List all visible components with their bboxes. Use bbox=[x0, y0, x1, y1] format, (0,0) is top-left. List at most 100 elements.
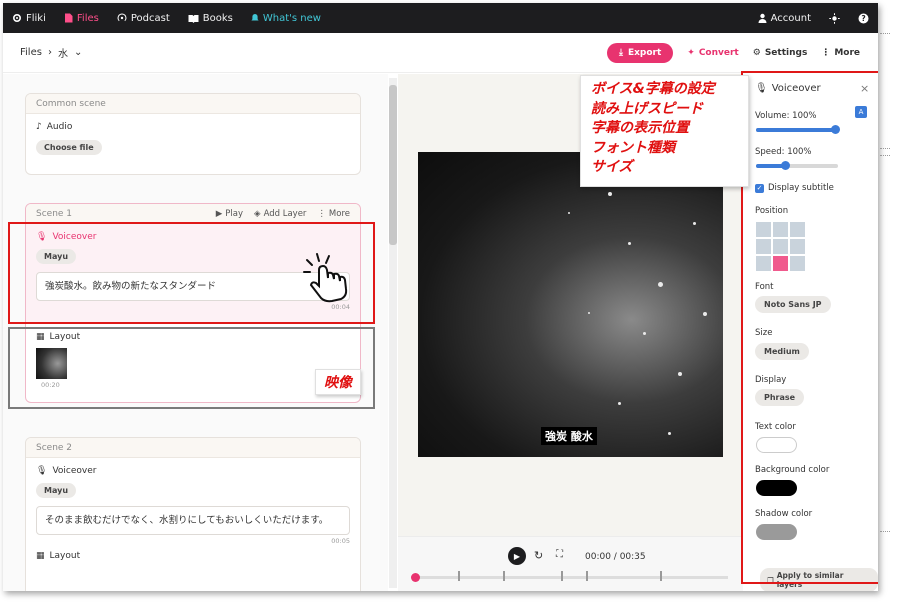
convert-label: Convert bbox=[698, 47, 739, 58]
play-circle-icon: ▶ bbox=[215, 208, 223, 219]
help-icon: ? bbox=[858, 13, 869, 24]
download-icon: ⤓ bbox=[618, 47, 623, 58]
common-scene-title: Common scene bbox=[36, 98, 106, 109]
scene-1-header: Scene 1 ▶ Play ◈ Add Layer ⋮ More bbox=[26, 204, 360, 224]
replay-button[interactable]: ↻ bbox=[534, 549, 543, 562]
scene-2-layout-label: Layout bbox=[49, 551, 81, 561]
nav-podcast-label: Podcast bbox=[130, 12, 170, 24]
sun-icon bbox=[829, 12, 840, 24]
svg-text:?: ? bbox=[861, 14, 865, 23]
chevron-right-icon: › bbox=[47, 47, 52, 58]
grid-icon: ▦ bbox=[36, 551, 45, 561]
nav-books[interactable]: Books bbox=[179, 3, 242, 33]
convert-button[interactable]: ✦ Convert bbox=[687, 48, 738, 58]
scene-2-text-input[interactable]: そのまま飲むだけでなく、水割りにしてもおいしくいただけます。 bbox=[36, 506, 350, 535]
sparkle-icon: ✦ bbox=[687, 47, 695, 58]
podcast-icon bbox=[117, 13, 127, 23]
scene-more-label: More bbox=[328, 208, 350, 219]
book-icon bbox=[188, 14, 199, 23]
user-icon bbox=[758, 13, 767, 23]
add-layer-button[interactable]: ◈ Add Layer bbox=[254, 209, 306, 219]
layout-highlight-box bbox=[8, 327, 375, 409]
more-button[interactable]: ⋮ More bbox=[821, 48, 860, 58]
scene-1-title: Scene 1 bbox=[36, 208, 73, 219]
fullscreen-button[interactable]: ⛶ bbox=[556, 549, 563, 560]
video-annotation-label: 映像 bbox=[315, 369, 361, 395]
timeline-playhead[interactable] bbox=[411, 573, 420, 582]
video-subtitle: 強炭 酸水 bbox=[541, 427, 597, 445]
outer-tick bbox=[880, 155, 890, 156]
kebab-icon: ⋮ bbox=[317, 208, 326, 219]
playback-controls: ▶ ↻ ⛶ 00:00 / 00:35 bbox=[398, 536, 743, 591]
nav-files-label: Files bbox=[76, 12, 99, 24]
scene-2-header: Scene 2 bbox=[26, 438, 360, 458]
nav-account-label: Account bbox=[770, 12, 811, 24]
breadcrumb-files[interactable]: Files bbox=[20, 47, 42, 58]
scene-2-layout-title: ▦ Layout bbox=[36, 551, 350, 561]
audio-label: Audio bbox=[46, 122, 73, 132]
replay-icon: ↻ bbox=[534, 549, 544, 562]
gear-icon: ⚙ bbox=[752, 47, 761, 58]
brand-link[interactable]: Fliki bbox=[3, 3, 55, 33]
settings-button[interactable]: ⚙ Settings bbox=[753, 48, 808, 58]
add-layer-label: Add Layer bbox=[263, 208, 307, 219]
settings-annotation-callout: ボイス&字幕の設定 読み上げスピード 字幕の表示位置 フォント種類 サイズ bbox=[580, 75, 749, 187]
scene-2-voiceover-label: Voiceover bbox=[52, 466, 97, 476]
top-nav: Fliki Files Podcast Books What's new Acc… bbox=[3, 3, 878, 33]
kebab-icon: ⋮ bbox=[821, 47, 831, 58]
gear-logo-icon bbox=[12, 13, 22, 23]
nav-account[interactable]: Account bbox=[749, 3, 820, 33]
export-button[interactable]: ⤓ Export bbox=[606, 42, 674, 63]
common-scene-card: Common scene ♪ Audio Choose file bbox=[25, 93, 361, 175]
layers-icon: ◈ bbox=[254, 208, 261, 219]
time-readout: 00:00 / 00:35 bbox=[585, 552, 646, 562]
scene-2-voiceover-title: 🎙︎ Voiceover bbox=[36, 466, 350, 476]
editor-header: Files › 水 ⌄ ⤓ Export ✦ Convert ⚙ Setting… bbox=[3, 33, 878, 73]
help-button[interactable]: ? bbox=[849, 3, 878, 33]
outer-tick bbox=[880, 33, 890, 34]
scene-2-card: Scene 2 🎙︎ Voiceover Mayu そのまま飲むだけでなく、水割… bbox=[25, 437, 361, 591]
file-icon bbox=[64, 13, 73, 23]
callout-line: ボイス&字幕の設定 bbox=[591, 81, 715, 97]
outer-tick bbox=[880, 148, 890, 149]
bell-icon bbox=[251, 13, 259, 23]
tap-hand-icon bbox=[299, 250, 353, 307]
timeline-marker bbox=[586, 571, 588, 581]
outer-tick bbox=[880, 531, 890, 532]
scene-2-title: Scene 2 bbox=[36, 442, 73, 453]
music-note-icon: ♪ bbox=[36, 122, 42, 132]
nav-files[interactable]: Files bbox=[55, 3, 108, 33]
export-label: Export bbox=[627, 47, 662, 58]
common-scene-header: Common scene bbox=[26, 94, 360, 114]
nav-whats-new-label: What's new bbox=[262, 12, 321, 24]
callout-line: フォント種類 bbox=[591, 139, 675, 156]
more-label: More bbox=[834, 47, 860, 58]
brand-label: Fliki bbox=[26, 12, 46, 24]
fullscreen-icon: ⛶ bbox=[556, 549, 563, 560]
nav-podcast[interactable]: Podcast bbox=[108, 3, 179, 33]
timeline-marker bbox=[561, 571, 563, 581]
video-preview[interactable] bbox=[418, 152, 723, 457]
timeline-marker bbox=[660, 571, 662, 581]
settings-label: Settings bbox=[764, 47, 808, 58]
callout-line: 字幕の表示位置 bbox=[591, 120, 689, 136]
play-button[interactable]: ▶ bbox=[508, 547, 526, 565]
timeline-marker bbox=[503, 571, 505, 581]
app-window: Fliki Files Podcast Books What's new Acc… bbox=[3, 3, 878, 591]
play-scene-button[interactable]: ▶ Play bbox=[216, 209, 243, 219]
choose-file-button[interactable]: Choose file bbox=[36, 140, 102, 155]
play-label: Play bbox=[225, 208, 244, 219]
theme-toggle[interactable] bbox=[820, 3, 849, 33]
scene-2-voice-duration: 00:05 bbox=[331, 537, 350, 545]
timeline-marker bbox=[458, 571, 460, 581]
nav-whats-new[interactable]: What's new bbox=[242, 3, 330, 33]
breadcrumb: Files › 水 ⌄ bbox=[3, 45, 82, 60]
microphone-icon: 🎙︎ bbox=[36, 466, 48, 476]
chevron-down-icon[interactable]: ⌄ bbox=[74, 47, 82, 58]
play-icon: ▶ bbox=[513, 551, 521, 561]
audio-section-title: ♪ Audio bbox=[36, 122, 350, 132]
breadcrumb-current[interactable]: 水 bbox=[58, 45, 68, 60]
scrollbar-thumb[interactable] bbox=[389, 85, 397, 245]
scene-2-voice-select[interactable]: Mayu bbox=[36, 483, 77, 498]
scene-more-button[interactable]: ⋮ More bbox=[317, 209, 350, 219]
